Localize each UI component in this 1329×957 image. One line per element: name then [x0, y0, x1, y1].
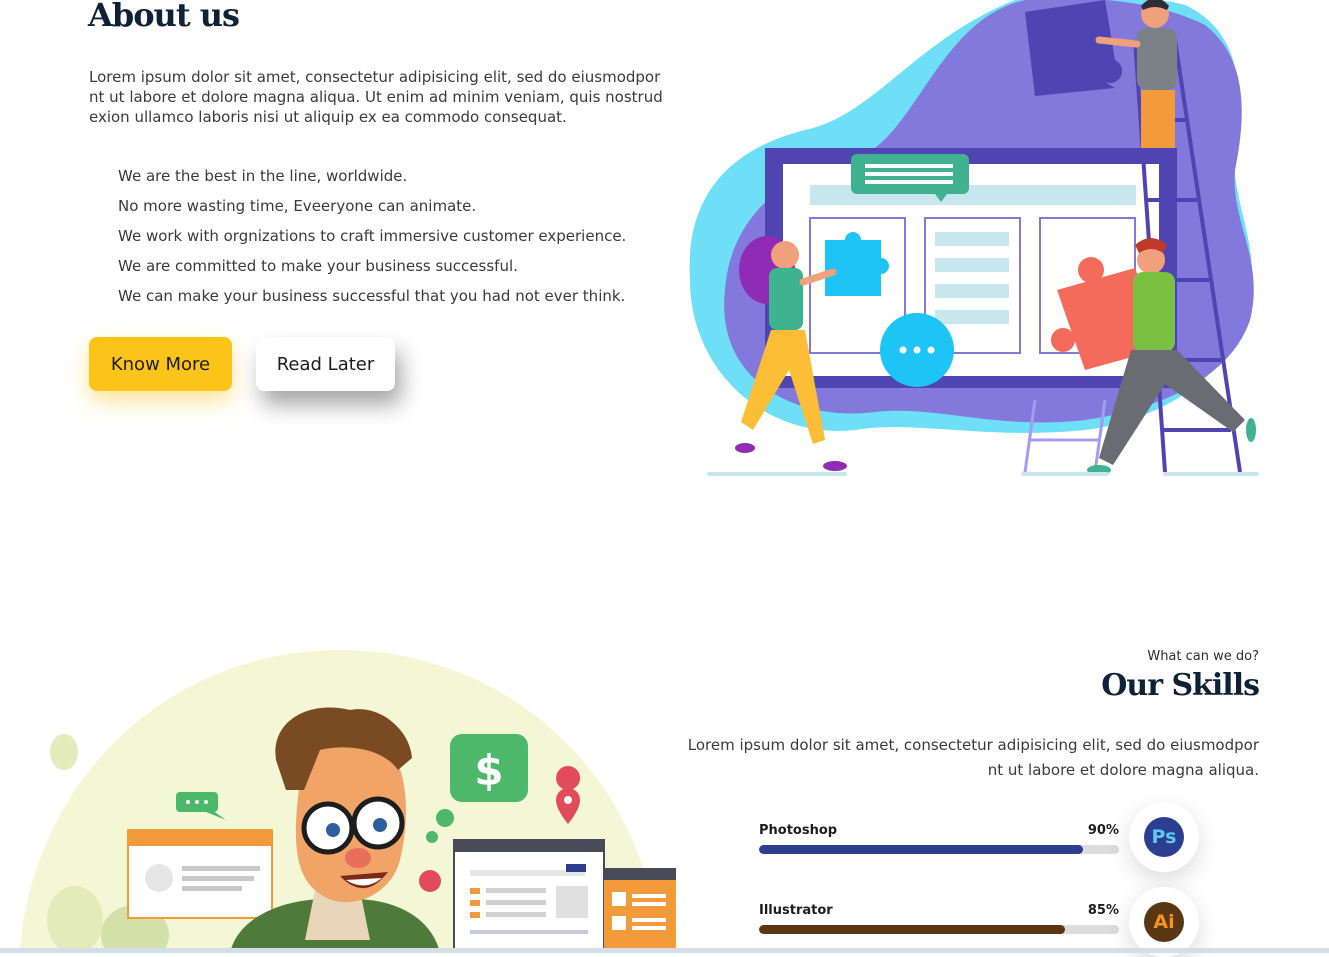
about-title: About us [88, 0, 240, 34]
skill-percent: 90% [1087, 823, 1119, 838]
skill-progress-track [759, 845, 1119, 854]
svg-text:$: $ [474, 746, 503, 795]
skill-progress-fill [759, 925, 1065, 934]
read-later-button[interactable]: Read Later [256, 337, 395, 391]
about-point: We are the best in the line, worldwide. [118, 167, 408, 185]
about-point: No more wasting time, Eveeryone can anim… [118, 197, 477, 215]
skills-kicker: What can we do? [1147, 649, 1259, 664]
developer-illustration: $ [20, 650, 676, 953]
heart-icon [419, 870, 441, 892]
puzzle-piece-blue [825, 232, 889, 296]
about-points-list: We are the best in the line, worldwide. … [118, 161, 626, 311]
page-bottom-edge [0, 948, 1329, 953]
skills-description: Lorem ipsum dolor sit amet, consectetur … [687, 736, 1259, 779]
skill-percent: 85% [1087, 903, 1119, 918]
skill-progress-track [759, 925, 1119, 934]
team-puzzle-illustration [689, 0, 1259, 476]
illustrator-icon: Ai [1144, 902, 1184, 942]
skill-progress-fill [759, 845, 1083, 854]
skill-name: Illustrator [759, 903, 833, 918]
know-more-button[interactable]: Know More [89, 337, 232, 391]
photoshop-icon: Ps [1144, 817, 1184, 857]
skill-name: Photoshop [759, 823, 838, 838]
illustrator-badge: Ai [1129, 887, 1199, 957]
about-point: We can make your business successful tha… [118, 287, 626, 305]
browser-window-right [604, 868, 676, 953]
skills-title: Our Skills [1101, 668, 1260, 703]
about-description: Lorem ipsum dolor sit amet, consectetur … [89, 68, 663, 126]
photoshop-badge: Ps [1129, 802, 1199, 872]
about-point: We work with orgnizations to craft immer… [118, 227, 627, 245]
about-point: We are committed to make your business s… [118, 257, 518, 275]
